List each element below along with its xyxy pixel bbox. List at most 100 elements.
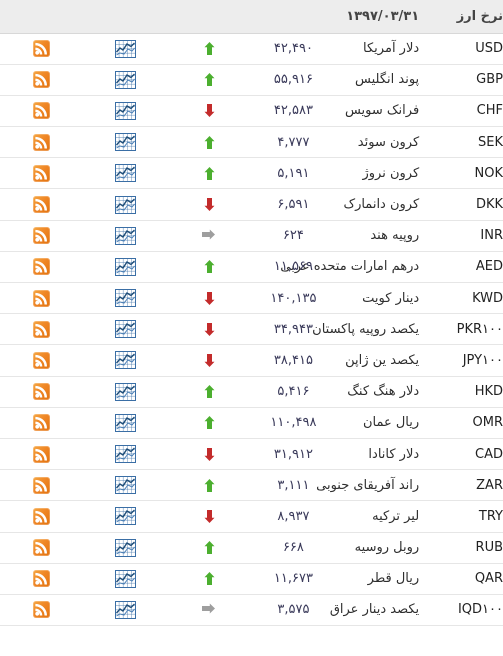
- chart-grid-icon[interactable]: [115, 101, 137, 120]
- chart-grid-icon[interactable]: [115, 538, 137, 557]
- rss-feed-icon[interactable]: [33, 601, 51, 619]
- chart-link-cell[interactable]: [83, 344, 168, 377]
- rss-link-cell[interactable]: [0, 563, 84, 595]
- rss-link-cell[interactable]: [0, 469, 84, 502]
- chart-link-cell[interactable]: [83, 282, 168, 315]
- trend-cell: [167, 500, 252, 533]
- chart-grid-icon[interactable]: [115, 226, 137, 245]
- rss-link-cell[interactable]: [0, 95, 84, 128]
- chart-grid-icon[interactable]: [115, 476, 137, 495]
- chart-link-cell[interactable]: [83, 64, 168, 96]
- rss-feed-icon[interactable]: [33, 133, 51, 151]
- chart-grid-icon[interactable]: [115, 195, 137, 214]
- chart-grid-icon[interactable]: [115, 600, 137, 619]
- currency-rate-value: ۶,۵۹۱: [251, 188, 336, 221]
- chart-link-cell[interactable]: [83, 438, 168, 471]
- rss-link-cell[interactable]: [0, 251, 84, 284]
- rss-feed-icon[interactable]: [33, 383, 51, 401]
- arrow-up-icon: [203, 135, 216, 150]
- rss-feed-icon[interactable]: [33, 289, 51, 307]
- header-spacer-chart: [83, 0, 168, 34]
- rss-link-cell[interactable]: [0, 313, 84, 346]
- currency-code: PKR: [456, 321, 483, 337]
- rss-feed-icon[interactable]: [33, 539, 51, 557]
- rss-feed-icon[interactable]: [33, 445, 51, 463]
- chart-link-cell[interactable]: [83, 251, 168, 284]
- chart-grid-icon[interactable]: [115, 133, 137, 152]
- rss-feed-icon[interactable]: [33, 414, 51, 432]
- table-row: NOK کرون نروژ ۵,۱۹۱: [0, 157, 503, 190]
- chart-link-cell[interactable]: [83, 95, 168, 128]
- table-row: IQD۱۰۰ یکصد دینار عراق ۳,۵۷۵: [0, 594, 503, 627]
- chart-grid-icon[interactable]: [115, 507, 137, 526]
- rss-link-cell[interactable]: [0, 344, 84, 377]
- chart-link-cell[interactable]: [83, 594, 168, 627]
- rss-link-cell[interactable]: [0, 188, 84, 221]
- rss-feed-icon[interactable]: [33, 227, 51, 245]
- chart-link-cell[interactable]: [83, 532, 168, 564]
- currency-name: یکصد روپیه پاکستان: [312, 313, 420, 346]
- rss-link-cell[interactable]: [0, 157, 84, 190]
- currency-rate-value: ۱۱,۶۷۳: [251, 563, 336, 595]
- chart-link-cell[interactable]: [83, 220, 168, 252]
- chart-grid-icon[interactable]: [115, 289, 137, 308]
- rss-link-cell[interactable]: [0, 594, 84, 627]
- chart-link-cell[interactable]: [83, 126, 168, 159]
- table-row: OMR ریال عمان ۱۱۰,۴۹۸: [0, 407, 503, 439]
- chart-link-cell[interactable]: [83, 407, 168, 439]
- chart-link-cell[interactable]: [83, 469, 168, 502]
- rss-link-cell[interactable]: [0, 126, 84, 159]
- chart-grid-icon[interactable]: [115, 413, 137, 432]
- header-spacer-value: [251, 0, 336, 34]
- rss-feed-icon[interactable]: [33, 320, 51, 338]
- currency-name: کرون دانمارک: [335, 188, 420, 221]
- currency-code: RUB: [475, 540, 503, 556]
- header-row: نرخ ارز ۱۳۹۷/۰۳/۳۱: [0, 0, 503, 34]
- rss-link-cell[interactable]: [0, 407, 84, 439]
- trend-cell: [167, 563, 252, 595]
- chart-grid-icon[interactable]: [115, 351, 137, 370]
- rss-link-cell[interactable]: [0, 376, 84, 408]
- rss-feed-icon[interactable]: [33, 196, 51, 214]
- rss-feed-icon[interactable]: [33, 476, 51, 494]
- rss-link-cell[interactable]: [0, 33, 84, 65]
- rss-feed-icon[interactable]: [33, 351, 51, 369]
- chart-link-cell[interactable]: [83, 500, 168, 533]
- rss-feed-icon[interactable]: [33, 507, 51, 525]
- currency-code-cell: ZAR: [419, 469, 503, 502]
- rss-link-cell[interactable]: [0, 64, 84, 96]
- rss-link-cell[interactable]: [0, 438, 84, 471]
- rss-feed-icon[interactable]: [33, 258, 51, 276]
- chart-link-cell[interactable]: [83, 313, 168, 346]
- chart-link-cell[interactable]: [83, 563, 168, 595]
- header-spacer-trend: [167, 0, 252, 34]
- rss-feed-icon[interactable]: [33, 570, 51, 588]
- rss-link-cell[interactable]: [0, 532, 84, 564]
- currency-code-cell: IQD۱۰۰: [419, 594, 503, 627]
- chart-grid-icon[interactable]: [115, 257, 137, 276]
- rss-link-cell[interactable]: [0, 220, 84, 252]
- chart-link-cell[interactable]: [83, 33, 168, 65]
- chart-link-cell[interactable]: [83, 188, 168, 221]
- chart-link-cell[interactable]: [83, 157, 168, 190]
- chart-grid-icon[interactable]: [115, 39, 137, 58]
- chart-grid-icon[interactable]: [115, 382, 137, 401]
- arrow-down-icon: [203, 103, 216, 118]
- chart-grid-icon[interactable]: [115, 569, 137, 588]
- chart-grid-icon[interactable]: [115, 70, 137, 89]
- rss-link-cell[interactable]: [0, 500, 84, 533]
- rss-link-cell[interactable]: [0, 282, 84, 315]
- currency-name: ریال عمان: [335, 407, 420, 439]
- chart-grid-icon[interactable]: [115, 164, 137, 183]
- currency-name: راند آفریقای جنوبی: [316, 469, 420, 502]
- currency-rate-value: ۶۶۸: [251, 532, 336, 564]
- rss-feed-icon[interactable]: [33, 71, 51, 89]
- chart-link-cell[interactable]: [83, 376, 168, 408]
- currency-rate-value: ۵۵,۹۱۶: [251, 64, 336, 96]
- chart-grid-icon[interactable]: [115, 445, 137, 464]
- rss-feed-icon[interactable]: [33, 164, 51, 182]
- rss-feed-icon[interactable]: [33, 40, 51, 58]
- rss-feed-icon[interactable]: [33, 102, 51, 120]
- currency-rate-value: ۶۲۴: [251, 220, 336, 252]
- chart-grid-icon[interactable]: [115, 320, 137, 339]
